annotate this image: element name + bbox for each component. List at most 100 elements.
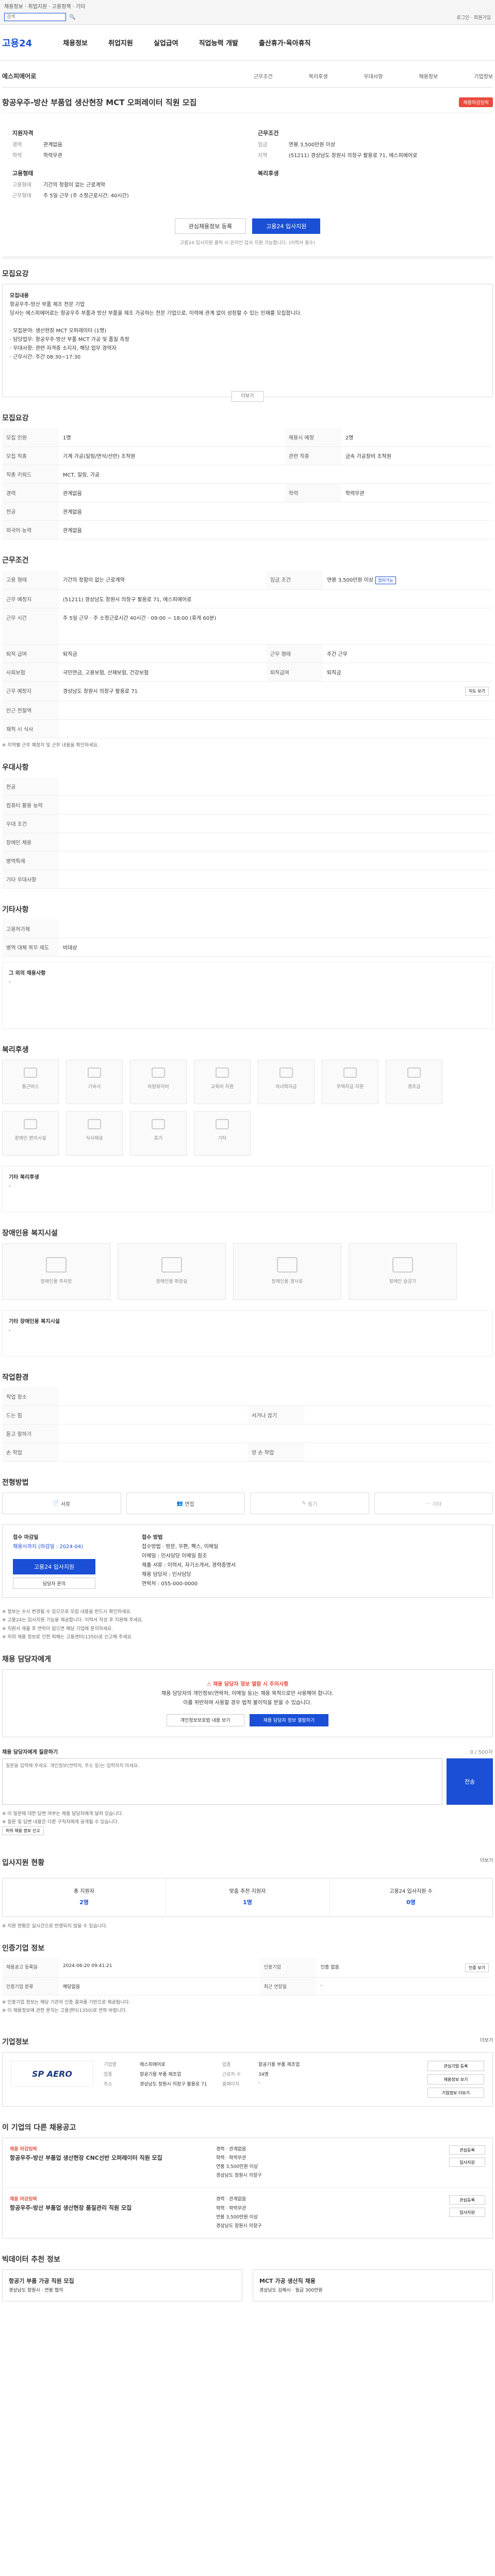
gnb-item-leave[interactable]: 출산휴가·육아휴직 bbox=[259, 38, 311, 47]
meta-line: 연봉 3,500만원 이상 bbox=[216, 2164, 258, 2170]
map-button[interactable]: 지도 보기 bbox=[465, 687, 489, 696]
subnav-recruit[interactable]: 채용정보 bbox=[419, 72, 438, 80]
kv-key: 임금 bbox=[258, 142, 268, 148]
service-links[interactable]: 채용정보 · 취업지원 · 고용정책 · 기타 bbox=[4, 2, 491, 10]
cell-value: (51211) 경상남도 창원시 의창구 팔용로 71, 에스피에어로 bbox=[59, 589, 493, 608]
cell-key: 작업 장소 bbox=[2, 1387, 59, 1406]
contact-button[interactable]: 담당자 문의 bbox=[13, 1578, 95, 1589]
report-button[interactable]: 허위 채용 정보 신고 bbox=[2, 1826, 44, 1836]
top-search-input[interactable] bbox=[4, 13, 66, 21]
cell-key: 장애인 채용 bbox=[2, 833, 59, 852]
subnav-welfare[interactable]: 복리후생 bbox=[309, 72, 328, 80]
more-icon bbox=[216, 1119, 229, 1130]
summary-line: · 근무시간: 주간 08:30~17:30 bbox=[10, 354, 81, 360]
cell-value: 연봉 3,500만원 이상 협의가능 bbox=[322, 570, 493, 590]
ask-textarea[interactable] bbox=[2, 1758, 442, 1805]
rec-desc: 경상남도 김해시 · 월급 300만원 bbox=[259, 2287, 323, 2293]
kv-key: 주소 bbox=[104, 2082, 112, 2088]
bus-icon bbox=[24, 1067, 37, 1078]
company-header: 기업정보 더보기 bbox=[2, 2027, 493, 2052]
gnb-item-support[interactable]: 취업지원 bbox=[108, 38, 133, 47]
company-jobs-button[interactable]: 채용정보 보기 bbox=[427, 2074, 484, 2085]
follow-company-button[interactable]: 관심기업 등록 bbox=[427, 2061, 484, 2072]
info-section-title: 인증기업 정보 bbox=[2, 1944, 45, 1953]
table-row: 모집 인원 1명 채용시 예정 2명 bbox=[2, 428, 493, 447]
table-row: 듣고 말하기 bbox=[2, 1424, 493, 1444]
job-scrap-button[interactable]: 관심등록 bbox=[449, 2195, 485, 2205]
apply-button[interactable]: 고용24 입사지원 bbox=[252, 218, 321, 234]
note-line: ※ 이 질문에 대한 답변 여부는 채용 담당자에게 달려 있습니다. bbox=[2, 1811, 123, 1817]
stats-more-link[interactable]: 더보기 bbox=[480, 1857, 493, 1863]
welfare-item: 장애인 편의시설 bbox=[2, 1111, 59, 1156]
disability-item: 장애인용 경사로 bbox=[233, 1243, 341, 1300]
method-line: 연락처 : 055-000-0000 bbox=[142, 1581, 198, 1587]
ask-submit-button[interactable]: 전송 bbox=[447, 1758, 493, 1805]
cell-key: 학력 bbox=[284, 483, 341, 502]
summary-more-button[interactable]: 더보기 bbox=[231, 391, 264, 402]
job-apply-button[interactable]: 입사지원 bbox=[449, 2158, 485, 2167]
util-links[interactable]: 로그인 · 회원가입 bbox=[4, 14, 491, 21]
subnav-preference[interactable]: 우대사항 bbox=[364, 72, 383, 80]
subnav-company[interactable]: 기업정보 bbox=[474, 72, 493, 80]
method-label: 접수 방법 bbox=[142, 1535, 163, 1541]
kv-value: 연봉 3,500만원 이상 bbox=[289, 142, 336, 148]
cell-key: 손 작업 bbox=[2, 1443, 59, 1462]
kv-value: 에스피에어로 bbox=[140, 2062, 166, 2068]
cell-value: 관계없음 bbox=[59, 502, 493, 521]
table-row: 드는 힘 서거나 앉기 bbox=[2, 1405, 493, 1425]
deadline-label: 접수 마감일 bbox=[13, 1535, 39, 1541]
apply-button-2[interactable]: 고용24 입사지원 bbox=[13, 1559, 95, 1575]
stat-value: 0명 bbox=[406, 1899, 416, 1906]
gnb-item-training[interactable]: 직업능력 개발 bbox=[199, 38, 238, 47]
cell-key: 직종 키워드 bbox=[2, 465, 59, 484]
company-card: SP AERO 기업명 에스피에어로 업종 항공기용 부품 제조업 업종 항공기용 부품… bbox=[2, 2052, 493, 2107]
list-item[interactable]: 채용 마감임박 항공우주-방산 부품업 생산현장 품질관리 직원 모집 경력 · … bbox=[3, 2188, 492, 2238]
document-icon: 📄 bbox=[53, 1500, 61, 1506]
recommend-card[interactable]: MCT 가공 생산직 채용 경상남도 김해시 · 월급 300만원 bbox=[253, 2269, 493, 2301]
scrap-button[interactable]: 관심채용정보 등록 bbox=[174, 218, 246, 234]
kv-key: 근무형태 bbox=[12, 193, 31, 199]
gnb-item-jobs[interactable]: 채용정보 bbox=[63, 38, 88, 47]
welfare-item: 주택자금 지원 bbox=[322, 1060, 378, 1105]
stat-value: 1명 bbox=[243, 1899, 252, 1906]
rec-desc: 경상남도 창원시 · 연봉 협의 bbox=[9, 2287, 63, 2293]
job-item-title[interactable]: 항공우주-방산 부품업 생산현장 품질관리 직원 모집 bbox=[10, 2204, 206, 2213]
wheelchair-icon bbox=[24, 1119, 37, 1130]
global-nav: 채용정보 취업지원 실업급여 직업능력 개발 출산휴가·육아휴직 bbox=[63, 38, 310, 47]
cell-value: 기계 가공(밀링/연삭/선반) 조작원 bbox=[59, 446, 285, 465]
company-detail-button[interactable]: 기업정보 더보기 bbox=[427, 2088, 484, 2098]
cert-button[interactable]: 인증 보기 bbox=[465, 1963, 489, 1972]
other-extra-value: - bbox=[9, 979, 11, 986]
gnb-item-benefit[interactable]: 실업급여 bbox=[154, 38, 178, 47]
cell-value bbox=[59, 814, 493, 834]
view-contact-button[interactable]: 채용 담당자 정보 열람하기 bbox=[249, 1714, 329, 1726]
conditions-section-title: 근무조건 bbox=[2, 556, 29, 565]
cell-key: 인증기업 bbox=[259, 1958, 317, 1978]
job-scrap-button[interactable]: 관심등록 bbox=[449, 2145, 485, 2155]
table-row: 근무 예정지 (51211) 경상남도 창원시 의창구 팔용로 71, 에스피에어… bbox=[2, 589, 493, 608]
stats-header: 입사지원 현황 더보기 bbox=[2, 1848, 493, 1873]
cell-value: - bbox=[316, 1977, 493, 1995]
search-icon[interactable]: 🔍 bbox=[69, 14, 75, 20]
kv-key: 기업명 bbox=[104, 2062, 117, 2068]
privacy-law-button[interactable]: 개인정보보호법 내용 보기 bbox=[166, 1714, 244, 1726]
company-more-link[interactable]: 더보기 bbox=[480, 2037, 493, 2043]
job-apply-button[interactable]: 입사지원 bbox=[449, 2208, 485, 2217]
cell-key: 퇴직 급여 bbox=[2, 644, 59, 663]
stat-label: 고용24 입사지원 수 bbox=[389, 1888, 433, 1894]
job-item-title[interactable]: 항공우주-방산 부품업 생산현장 CNC선반 오퍼레이터 직원 모집 bbox=[10, 2154, 206, 2163]
kv-key: 업종 bbox=[222, 2062, 231, 2068]
site-logo[interactable]: 고용24 bbox=[2, 36, 32, 49]
conditions-label: 근무조건 bbox=[258, 130, 279, 137]
summary-line: · 모집분야: 생산현장 MCT 오퍼레이터 (1명) bbox=[10, 328, 107, 334]
table-row: 고용허가제 bbox=[2, 920, 493, 939]
method-line: 이메일 : 인사담당 이메일 참조 bbox=[142, 1553, 207, 1560]
recommend-card[interactable]: 항공기 부품 가공 직원 모집 경상남도 창원시 · 연봉 협의 bbox=[2, 2269, 242, 2301]
list-item[interactable]: 채용 마감임박 항공우주-방산 부품업 생산현장 CNC선반 오퍼레이터 직원 모… bbox=[3, 2138, 492, 2189]
job-item-title-block: 채용 마감임박 항공우주-방산 부품업 생산현장 품질관리 직원 모집 bbox=[10, 2195, 206, 2230]
ask-counter: 0 / 500자 bbox=[470, 1749, 493, 1755]
subnav-conditions[interactable]: 근무조건 bbox=[254, 72, 273, 80]
meal-icon bbox=[88, 1119, 101, 1130]
employment-type-label: 고용형태 bbox=[12, 170, 34, 177]
welfare-other-label: 기타 복리후생 bbox=[9, 1175, 39, 1181]
